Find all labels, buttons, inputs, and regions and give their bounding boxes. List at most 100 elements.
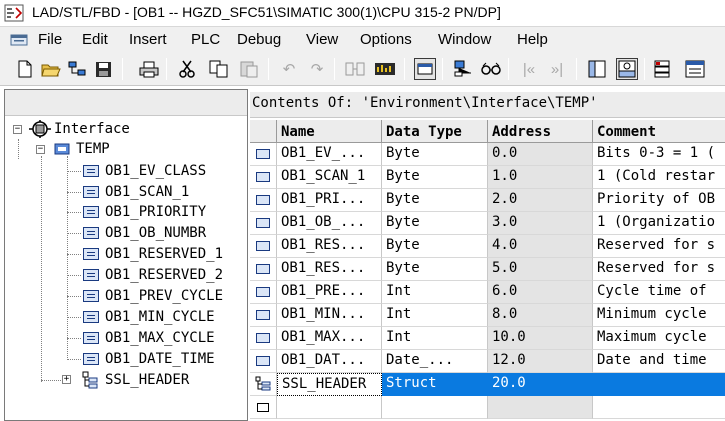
tree-item-ob1-reserved-2[interactable]: OB1_RESERVED_2 (83, 265, 223, 285)
tree-item-ob1-reserved-1[interactable]: OB1_RESERVED_1 (83, 244, 223, 264)
accessible-nodes-icon[interactable] (66, 58, 88, 80)
cell-comment[interactable]: Reserved for s (593, 258, 725, 281)
prev-error-icon[interactable]: |« (518, 58, 540, 80)
column-header-address[interactable]: Address (488, 120, 593, 143)
call-structure-icon[interactable] (684, 58, 706, 80)
table-row[interactable]: OB1_RES... Byte 4.0 Reserved for s (250, 235, 725, 258)
menu-plc[interactable]: PLC (191, 31, 220, 48)
window-icon[interactable] (414, 58, 436, 80)
tree-item-ob1-ob-numbr[interactable]: OB1_OB_NUMBR (83, 223, 206, 243)
cut-icon[interactable] (176, 58, 198, 80)
cell-type[interactable] (382, 396, 488, 419)
cell-name[interactable]: OB1_MAX... (277, 327, 382, 350)
cell-name[interactable] (277, 396, 382, 419)
redo-icon[interactable]: ↷ (306, 58, 328, 80)
details-icon[interactable] (616, 58, 638, 80)
cell-name[interactable]: OB1_MIN... (277, 304, 382, 327)
table-row[interactable]: OB1_RES... Byte 5.0 Reserved for s (250, 258, 725, 281)
column-header-name[interactable]: Name (277, 120, 382, 143)
monitor-icon[interactable] (374, 58, 396, 80)
cell-name[interactable]: OB1_DAT... (277, 350, 382, 373)
save-icon[interactable] (92, 58, 114, 80)
cell-name[interactable]: OB1_RES... (277, 258, 382, 281)
cell-type[interactable]: Date_... (382, 350, 488, 373)
table-row[interactable]: OB1_PRE... Int 6.0 Cycle time of (250, 281, 725, 304)
tree-item-ob1-min-cycle[interactable]: OB1_MIN_CYCLE (83, 307, 215, 327)
menu-help[interactable]: Help (517, 31, 548, 48)
tree-item-ob1-priority[interactable]: OB1_PRIORITY (83, 202, 206, 222)
next-error-icon[interactable]: »| (546, 58, 568, 80)
cell-comment[interactable]: Date and time (593, 350, 725, 373)
new-icon[interactable] (14, 58, 36, 80)
print-icon[interactable] (138, 58, 160, 80)
network-icon[interactable] (452, 58, 474, 80)
menu-file[interactable]: File (38, 31, 62, 48)
table-row[interactable]: OB1_DAT... Date_... 12.0 Date and time (250, 350, 725, 373)
tree-item-ob1-scan-1[interactable]: OB1_SCAN_1 (83, 182, 189, 202)
cell-comment[interactable] (593, 396, 725, 419)
cell-name[interactable]: OB1_RES... (277, 235, 382, 258)
cell-type[interactable]: Byte (382, 258, 488, 281)
empty-row-icon (250, 396, 277, 419)
program-elements-icon[interactable] (652, 58, 674, 80)
cell-name[interactable]: OB1_EV_... (277, 143, 382, 166)
cell-type[interactable]: Byte (382, 189, 488, 212)
menu-window[interactable]: Window (438, 31, 491, 48)
menu-options[interactable]: Options (360, 31, 412, 48)
cell-comment[interactable]: Reserved for s (593, 235, 725, 258)
cell-type[interactable]: Byte (382, 235, 488, 258)
tree-item-ssl-header[interactable]: SSL_HEADER (81, 370, 189, 390)
cell-comment[interactable]: Priority of OB (593, 189, 725, 212)
overview-icon[interactable] (586, 58, 608, 80)
open-icon[interactable] (40, 58, 62, 80)
cell-type[interactable]: Byte (382, 143, 488, 166)
cell-name[interactable]: OB1_SCAN_1 (277, 166, 382, 189)
cell-comment[interactable]: 1 (Cold restar (593, 166, 725, 189)
cell-type[interactable]: Byte (382, 212, 488, 235)
cell-comment[interactable] (593, 373, 725, 396)
table-row[interactable]: OB1_EV_... Byte 0.0 Bits 0-3 = 1 ( (250, 143, 725, 166)
table-row[interactable]: OB1_SCAN_1 Byte 1.0 1 (Cold restar (250, 166, 725, 189)
cell-type[interactable]: Int (382, 327, 488, 350)
table-row[interactable]: OB1_MAX... Int 10.0 Maximum cycle (250, 327, 725, 350)
cell-comment[interactable]: 1 (Organizatio (593, 212, 725, 235)
copy-icon[interactable] (208, 58, 230, 80)
cell-name[interactable]: OB1_OB_... (277, 212, 382, 235)
tree-item-interface[interactable]: Interface (29, 119, 130, 139)
online-icon[interactable] (344, 58, 366, 80)
cell-type[interactable]: Struct (382, 373, 488, 396)
menu-insert[interactable]: Insert (129, 31, 167, 48)
cell-name[interactable]: OB1_PRI... (277, 189, 382, 212)
table-row[interactable]: OB1_PRI... Byte 2.0 Priority of OB (250, 189, 725, 212)
column-header-comment[interactable]: Comment (593, 120, 725, 143)
paste-icon[interactable] (238, 58, 260, 80)
table-row-selected[interactable]: SSL_HEADER Struct 20.0 (250, 373, 725, 396)
tree-item-temp[interactable]: TEMP (53, 139, 110, 159)
glasses-icon[interactable] (480, 58, 502, 80)
tree-item-ob1-date-time[interactable]: OB1_DATE_TIME (83, 349, 215, 369)
table-row[interactable]: OB1_MIN... Int 8.0 Minimum cycle (250, 304, 725, 327)
tree-item-ob1-prev-cycle[interactable]: OB1_PREV_CYCLE (83, 286, 223, 306)
cell-name[interactable]: OB1_PRE... (277, 281, 382, 304)
cell-name[interactable]: SSL_HEADER (277, 373, 382, 396)
column-header-data-type[interactable]: Data Type (382, 120, 488, 143)
table-row[interactable]: OB1_OB_... Byte 3.0 1 (Organizatio (250, 212, 725, 235)
menu-view[interactable]: View (306, 31, 338, 48)
cell-comment[interactable]: Bits 0-3 = 1 ( (593, 143, 725, 166)
cell-type[interactable]: Byte (382, 166, 488, 189)
cell-comment[interactable]: Cycle time of (593, 281, 725, 304)
menu-debug[interactable]: Debug (237, 31, 281, 48)
menu-edit[interactable]: Edit (82, 31, 108, 48)
cell-type[interactable]: Int (382, 281, 488, 304)
expand-ssl-header-toggle[interactable]: + (62, 375, 71, 384)
collapse-interface-toggle[interactable]: − (13, 125, 22, 134)
collapse-temp-toggle[interactable]: − (36, 145, 45, 154)
cell-comment[interactable]: Minimum cycle (593, 304, 725, 327)
table-row-empty[interactable] (250, 396, 725, 419)
tree-item-ob1-ev-class[interactable]: OB1_EV_CLASS (83, 161, 206, 181)
cell-comment[interactable]: Maximum cycle (593, 327, 725, 350)
undo-icon[interactable]: ↶ (278, 58, 300, 80)
document-icon[interactable] (10, 33, 28, 47)
cell-type[interactable]: Int (382, 304, 488, 327)
tree-item-ob1-max-cycle[interactable]: OB1_MAX_CYCLE (83, 328, 215, 348)
